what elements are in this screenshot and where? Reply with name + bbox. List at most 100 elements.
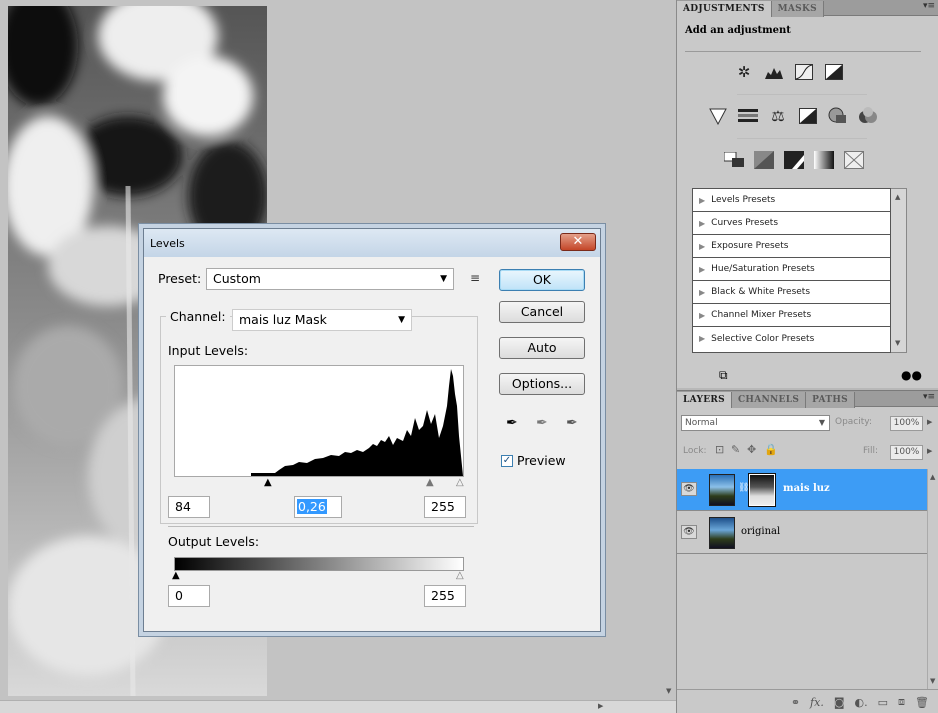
output-black-field[interactable]: 0 [168,585,210,607]
preset-options-icon[interactable]: ≡ [470,271,480,285]
expand-triangle-icon[interactable]: ▶ [699,242,705,251]
delete-layer-trash-icon[interactable]: 🗑 [915,696,929,709]
layer-row-original[interactable]: 👁 original [677,512,927,554]
list-item[interactable]: ▶ Black & White Presets [693,281,890,304]
color-balance-icon[interactable]: ⚖ [767,106,789,126]
curves-icon[interactable] [793,62,815,82]
tab-layers[interactable]: LAYERS [677,392,732,408]
panel-menu-icon[interactable]: ▾≡ [923,1,935,11]
layer-style-fx-icon[interactable]: fx. [810,696,824,709]
view-previous-state-icon[interactable]: ●● [901,368,922,382]
opacity-field[interactable]: 100% [890,416,923,431]
lock-transparent-icon[interactable]: ⊡ [715,443,724,456]
scroll-down-arrow-icon[interactable]: ▼ [895,339,900,347]
close-button[interactable]: ✕ [560,233,596,251]
dialog-titlebar[interactable]: Levels ✕ [144,229,600,257]
ok-button[interactable]: OK [499,269,585,291]
opacity-slider-arrow-icon[interactable]: ▶ [927,418,932,426]
adjustments-bottom-bar: ⧉ ●● [677,366,938,388]
tab-masks[interactable]: MASKS [771,1,824,17]
visibility-eye-icon[interactable]: 👁 [681,482,697,496]
list-item[interactable]: ▶ Channel Mixer Presets [693,304,890,327]
channel-select[interactable]: mais luz Mask ▼ [232,309,412,331]
exposure-icon[interactable] [823,62,845,82]
black-white-icon[interactable] [797,106,819,126]
expand-triangle-icon[interactable]: ▶ [699,288,705,297]
scroll-down-arrow-icon[interactable]: ▼ [930,677,935,685]
posterize-icon[interactable] [753,150,775,170]
input-gamma-field[interactable]: 0,26 [294,496,342,518]
lock-image-brush-icon[interactable]: ✎ [731,443,740,456]
expand-triangle-icon[interactable]: ▶ [699,196,705,205]
list-item[interactable]: ▶ Hue/Saturation Presets [693,258,890,281]
cancel-button[interactable]: Cancel [499,301,585,323]
preset-label: Curves Presets [711,218,779,228]
link-layers-icon[interactable]: ⚭ [791,696,800,709]
canvas-horizontal-scrollbar[interactable]: ▶ ▼ [0,687,676,713]
tab-channels[interactable]: CHANNELS [731,392,807,408]
layer-row-mais-luz[interactable]: 👁 ⛓ mais luz [677,469,927,511]
options-button[interactable]: Options... [499,373,585,395]
fill-field[interactable]: 100% [890,445,923,460]
channel-mixer-icon[interactable] [857,106,879,126]
preset-select[interactable]: Custom ▼ [206,268,454,290]
layers-scrollbar[interactable]: ▲ ▼ [927,469,938,689]
white-eyedropper-icon[interactable]: ✒ [566,415,578,431]
tab-adjustments[interactable]: ADJUSTMENTS [677,1,772,17]
scroll-right-arrow-icon[interactable]: ▶ [598,702,603,710]
new-layer-icon[interactable]: ⧈ [898,695,905,709]
add-mask-icon[interactable]: ◙ [834,696,845,709]
selective-color-icon[interactable] [843,150,865,170]
return-to-list-icon[interactable]: ⧉ [719,368,728,383]
levels-icon[interactable] [763,62,785,82]
invert-icon[interactable] [723,150,745,170]
black-point-slider-handle[interactable]: ▲ [264,477,272,488]
white-point-slider-handle[interactable]: △ [456,477,464,488]
adjustment-presets-list: ▶ Levels Presets ▶ Curves Presets ▶ Exposur… [692,188,891,353]
expand-triangle-icon[interactable]: ▶ [699,311,705,320]
panel-menu-icon[interactable]: ▾≡ [923,392,935,402]
scroll-up-arrow-icon[interactable]: ▲ [930,473,935,481]
lock-all-icon[interactable]: 🔒 [764,443,778,456]
scroll-up-arrow-icon[interactable]: ▲ [895,193,900,201]
output-black-slider-handle[interactable]: ▲ [172,570,180,581]
input-white-field[interactable]: 255 [424,496,466,518]
list-item[interactable]: ▶ Levels Presets [693,189,890,212]
input-black-field[interactable]: 84 [168,496,210,518]
black-eyedropper-icon[interactable]: ✒ [506,415,518,431]
brightness-contrast-icon[interactable]: ✲ [733,62,755,82]
layers-tab-bar: LAYERS CHANNELS PATHS [677,391,938,408]
adjustment-icons-row-3 [723,150,865,170]
output-white-slider-handle[interactable]: △ [456,570,464,581]
link-chain-icon[interactable]: ⛓ [738,483,749,493]
layer-mask-thumbnail[interactable] [749,474,775,506]
blend-mode-select[interactable]: Normal ▼ [681,415,830,431]
new-adjustment-layer-icon[interactable]: ◐. [855,696,868,709]
expand-triangle-icon[interactable]: ▶ [699,265,705,274]
threshold-icon[interactable] [783,150,805,170]
vibrance-icon[interactable] [707,106,729,126]
list-item[interactable]: ▶ Exposure Presets [693,235,890,258]
presets-scrollbar[interactable]: ▲ ▼ [891,188,907,353]
gamma-slider-handle[interactable]: ▲ [426,477,434,488]
auto-button[interactable]: Auto [499,337,585,359]
expand-triangle-icon[interactable]: ▶ [699,334,705,343]
lock-position-icon[interactable]: ✥ [747,443,756,456]
list-item[interactable]: ▶ Curves Presets [693,212,890,235]
hue-saturation-icon[interactable] [737,106,759,126]
histogram [174,365,464,477]
photo-filter-icon[interactable] [827,106,849,126]
canvas-vertical-scrollbar[interactable] [668,0,676,700]
preview-checkbox[interactable]: ✓ [501,454,513,467]
scroll-down-arrow-icon[interactable]: ▼ [666,687,671,695]
output-white-field[interactable]: 255 [424,585,466,607]
expand-triangle-icon[interactable]: ▶ [699,219,705,228]
visibility-eye-icon[interactable]: 👁 [681,525,697,539]
gradient-map-icon[interactable] [813,150,835,170]
fill-slider-arrow-icon[interactable]: ▶ [927,447,932,455]
preview-checkbox-row[interactable]: ✓ Preview [501,453,566,468]
new-group-folder-icon[interactable]: ▭ [878,696,888,709]
tab-paths[interactable]: PATHS [806,392,855,408]
gray-eyedropper-icon[interactable]: ✒ [536,415,548,431]
list-item[interactable]: ▶ Selective Color Presets [693,327,890,350]
